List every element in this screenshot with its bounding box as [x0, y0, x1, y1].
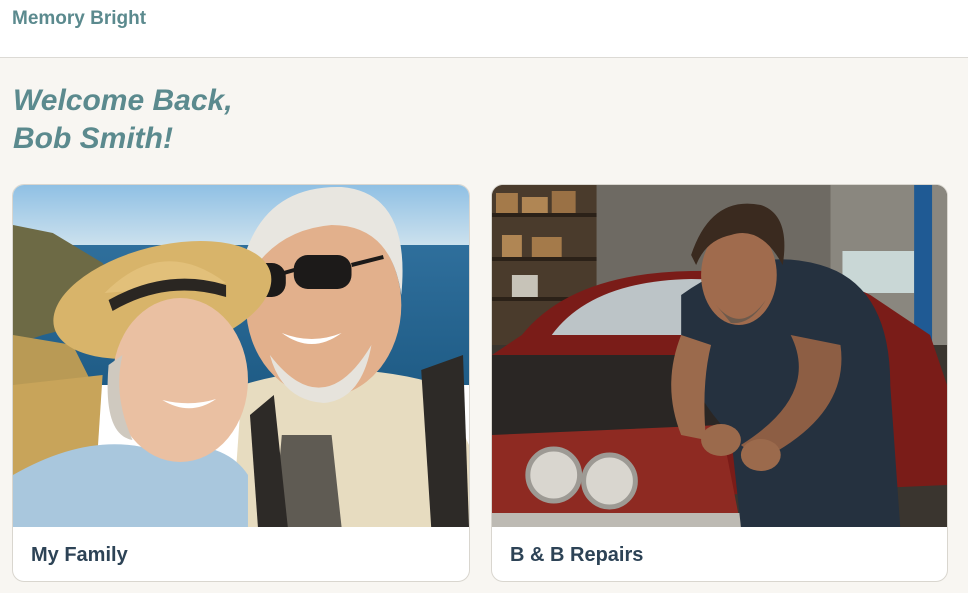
card-label-b-and-b-repairs: B & B Repairs: [510, 544, 644, 566]
card-label-my-family: My Family: [31, 544, 128, 566]
card-my-family[interactable]: My Family: [12, 184, 470, 582]
top-bar: Memory Bright: [0, 0, 968, 58]
app-title: Memory Bright: [12, 8, 147, 29]
welcome-user-name: Bob Smith!: [13, 122, 173, 155]
family-photo: [13, 185, 469, 527]
card-b-and-b-repairs[interactable]: B & B Repairs: [491, 184, 948, 582]
repairs-photo: [492, 185, 947, 527]
welcome-heading: Welcome Back, Bob Smith!: [13, 82, 233, 158]
welcome-line-1: Welcome Back,: [13, 84, 233, 117]
